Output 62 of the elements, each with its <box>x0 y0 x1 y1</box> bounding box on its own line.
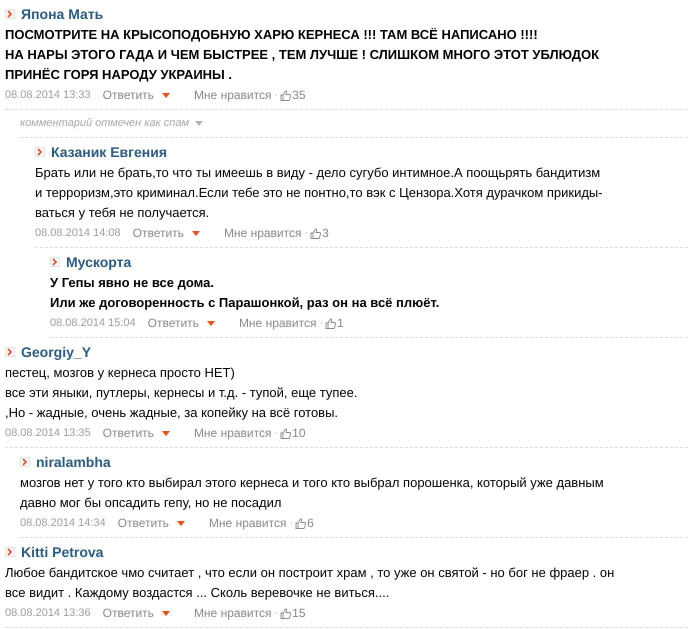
comment-date: 08.08.2014 13:36 <box>5 606 91 621</box>
separator-dot: · <box>274 88 278 103</box>
author-name[interactable]: niralambha <box>36 452 111 472</box>
caret-icon <box>176 520 185 526</box>
comment-date: 08.08.2014 15:04 <box>50 316 136 331</box>
separator-dot: · <box>304 226 308 241</box>
spam-notice: комментарий отмечен как спам <box>20 116 190 132</box>
reply-button[interactable]: Ответить <box>148 314 215 332</box>
reply-button[interactable]: Ответить <box>102 424 170 442</box>
author-name[interactable]: Georgiy_Y <box>21 342 92 362</box>
thumbs-up-icon <box>280 90 292 100</box>
author-name[interactable]: Мускорта <box>66 252 132 272</box>
separator-dot: · <box>274 606 278 621</box>
comment-text: ПОСМОТРИТЕ НА КРЫСОПОДОБНУЮ ХАРЮ КЕРНЕСА !!! ТАМ ВСЁ НАПИСАНО !!!! НА НАРЫ ЭТОГО ГАДА И ЧЕМ БЫСТРЕЕ , ТЕМ ЛУЧШЕ ! СЛИШКОМ МНОГО ЭТОТ УБЛЮДОК ПРИНЁС ГОРЯ НАРОДУ УКРАИНЫ . <box>5 26 600 84</box>
like-button[interactable]: Мне нравится <box>194 604 272 622</box>
thumbs-up-icon <box>310 228 322 238</box>
thumbs-up-icon <box>280 608 292 618</box>
comment-text: пестец, мозгов у кернеса просто НЕТ) все эти яныки, путлеры, кернесы и т.д. - тупой, еще тупее. ,Но - жадные, очень жадные, за копейку на всё готовы. <box>5 364 358 422</box>
reply-button[interactable]: Ответить <box>118 514 185 532</box>
caret-icon <box>162 430 170 436</box>
comment-text: Брать или не брать,то что ты имеешь в виду - дело сугубо интимное.А поощьрять бандитизм и терроризм,это криминал.Если тебе это не понтно,то вэк с Цензора.Хотя дурачком прикиды- ваться у тебя не получается. <box>35 164 604 222</box>
chevron-icon <box>5 547 15 557</box>
separator-dot: · <box>289 516 294 531</box>
separator-dot: · <box>319 316 324 331</box>
chevron-icon <box>35 147 45 157</box>
author-name[interactable]: Kitti Petrova <box>21 542 104 562</box>
caret-icon <box>162 92 170 98</box>
chevron-icon <box>20 457 30 467</box>
author-name[interactable]: Япона Мать <box>21 4 104 24</box>
like-button[interactable]: Мне нравится <box>238 314 316 332</box>
chevron-icon <box>5 9 15 19</box>
author-name[interactable]: Казаник Евгения <box>51 142 167 162</box>
like-count: 6 <box>307 515 314 532</box>
chevron-icon <box>50 257 60 267</box>
caret-icon <box>192 230 200 236</box>
reply-button[interactable]: Ответить <box>132 224 200 242</box>
thumbs-up-icon <box>280 428 292 438</box>
like-count: 35 <box>292 87 306 104</box>
comment-text: мозгов нет у того кто выбирал этого кернеса и того кто выбрал порошенка, который уже давным давно мог бы опсадить гепу, но не посадил <box>20 474 605 512</box>
comment-text: У Гепы явно не все дома. Или же договоренность с Парашонкой, раз он на всё плюёт. <box>50 274 440 312</box>
like-count: 10 <box>292 425 306 442</box>
like-button[interactable]: Мне нравится <box>194 424 272 442</box>
comment-date: 08.08.2014 13:35 <box>5 426 91 441</box>
like-count: 1 <box>337 315 344 332</box>
like-count: 15 <box>292 605 306 622</box>
comment-date: 08.08.2014 13:33 <box>5 88 91 103</box>
comment-date: 08.08.2014 14:34 <box>20 516 106 531</box>
like-button[interactable]: Мне нравится <box>208 514 286 532</box>
caret-icon <box>195 121 204 126</box>
comment-text: Любое бандитское чмо считает , что если он построит храм , то уже он святой - но бог не фраер . он все видит . Каждому воздастся ... Сколь веревочке не виться.... <box>5 564 616 602</box>
like-button[interactable]: Мне нравится <box>224 224 302 242</box>
caret-icon <box>162 610 170 616</box>
like-count: 3 <box>322 225 329 242</box>
reply-button[interactable]: Ответить <box>102 604 170 622</box>
separator-dot: · <box>274 426 278 441</box>
comment-date: 08.08.2014 14:08 <box>35 226 121 241</box>
like-button[interactable]: Мне нравится <box>194 86 272 104</box>
chevron-icon <box>5 347 15 357</box>
thumbs-up-icon <box>325 318 336 328</box>
reply-button[interactable]: Ответить <box>102 86 170 104</box>
thumbs-up-icon <box>295 518 306 528</box>
caret-icon <box>206 320 215 326</box>
